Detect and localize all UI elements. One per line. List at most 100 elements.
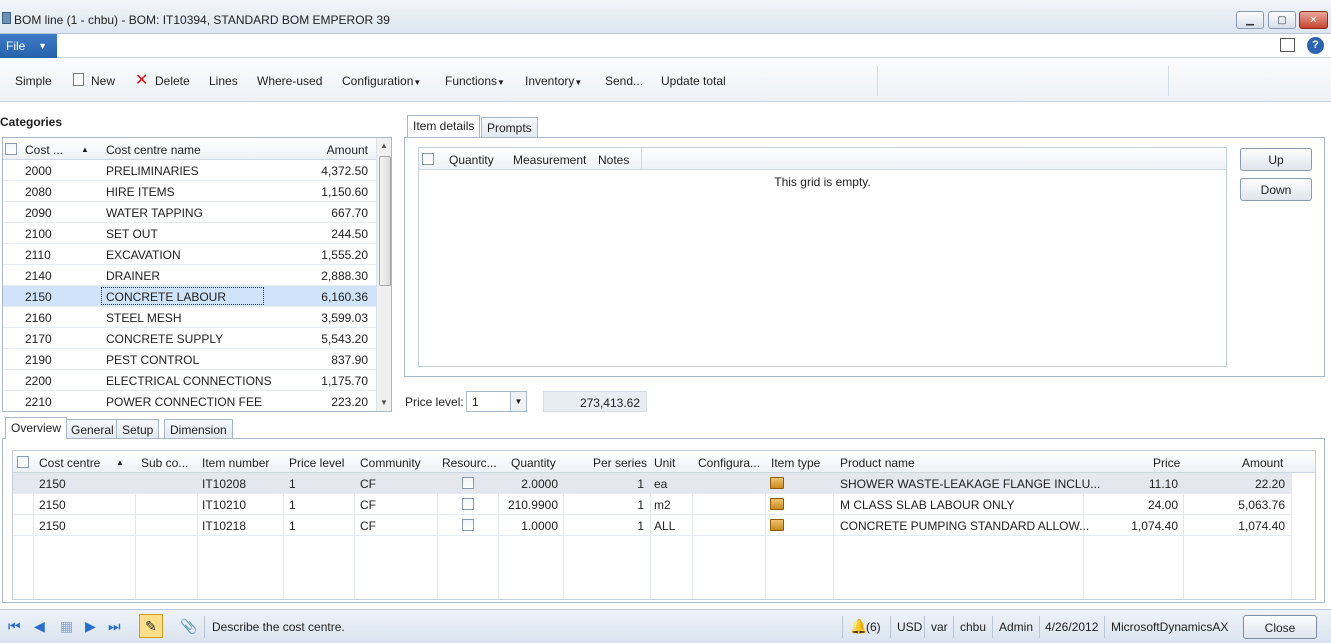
amount-cell: 6,160.36 [321,290,368,304]
col-cost-centre[interactable]: Cost centre [39,456,100,470]
title-bar: BOM line (1 - chbu) - BOM: IT10394, STAN… [0,0,1331,34]
currency[interactable]: USD [897,620,922,634]
col-resource[interactable]: Resourc... [442,456,497,470]
layout-icon[interactable] [1280,38,1295,52]
user[interactable]: chbu [960,620,986,634]
category-row[interactable]: 2200 ELECTRICAL CONNECTIONS 1,175.70 [3,370,376,391]
close-button[interactable]: Close [1243,615,1317,639]
unit-cell: m2 [654,498,671,512]
tab-general[interactable]: General [65,419,120,439]
col-notes[interactable]: Notes [598,153,629,167]
price-level-select[interactable]: 1 ▼ [466,391,527,412]
vertical-scrollbar[interactable]: ▲ ▼ [376,138,391,411]
select-all-checkbox[interactable] [5,143,17,155]
update-total-button[interactable]: Update total [661,74,726,88]
resource-checkbox[interactable] [462,477,474,489]
col-unit[interactable]: Unit [654,456,675,470]
col-product-name[interactable]: Product name [840,456,915,470]
cost-centre-name-cell: PRELIMINARIES [106,164,199,178]
category-row[interactable]: 2170 CONCRETE SUPPLY 5,543.20 [3,328,376,349]
col-cost[interactable]: Cost ... [25,143,63,157]
inventory-menu[interactable]: Inventory▼ [525,74,582,88]
category-row[interactable]: 2080 HIRE ITEMS 1,150.60 [3,181,376,202]
category-row[interactable]: 2190 PEST CONTROL 837.90 [3,349,376,370]
tab-overview[interactable]: Overview [5,417,68,439]
col-configuration[interactable]: Configura... [698,456,760,470]
attachment-icon[interactable]: 📎 [180,618,197,635]
item-details-panel: Quantity Measurement Notes This grid is … [404,137,1325,377]
per-series-cell: 1 [637,519,644,533]
edit-mode-icon[interactable]: ✎ [139,614,163,638]
category-row[interactable]: 2100 SET OUT 244.50 [3,223,376,244]
lines-button[interactable]: Lines [209,74,238,88]
col-per-series[interactable]: Per series [593,456,647,470]
scroll-up-icon[interactable]: ▲ [380,141,388,150]
unit-cell: ALL [654,519,676,533]
col-quantity[interactable]: Quantity [449,153,494,167]
minimize-button[interactable]: ▁ [1236,11,1264,29]
help-icon[interactable]: ? [1307,37,1324,54]
col-amount[interactable]: Amount [1242,456,1283,470]
last-record-icon[interactable]: ⏭ [108,618,121,635]
tab-dimension[interactable]: Dimension [164,419,233,439]
col-amount[interactable]: Amount [327,143,368,157]
column-divider [1291,451,1292,599]
category-row[interactable]: 2090 WATER TAPPING 667.70 [3,202,376,223]
col-item-type[interactable]: Item type [771,456,820,470]
session-date[interactable]: 4/26/2012 [1045,620,1098,634]
category-row[interactable]: 2110 EXCAVATION 1,555.20 [3,244,376,265]
bell-icon[interactable]: 🔔 [850,618,867,635]
notification-count[interactable]: (6) [866,620,881,634]
col-quantity[interactable]: Quantity [511,456,556,470]
resource-checkbox[interactable] [462,519,474,531]
cost-centre-name-cell: WATER TAPPING [106,206,203,220]
col-measurement[interactable]: Measurement [513,153,586,167]
category-row[interactable]: 2000 PRELIMINARIES 4,372.50 [3,160,376,181]
cost-centre-cell: 2160 [25,311,52,325]
send-button[interactable]: Send... [605,74,643,88]
new-button[interactable]: New [91,74,115,88]
scroll-thumb[interactable] [379,156,391,286]
role[interactable]: Admin [999,620,1033,634]
resource-checkbox[interactable] [462,498,474,510]
col-price-level[interactable]: Price level [289,456,344,470]
next-record-icon[interactable]: ▶ [85,618,96,635]
functions-menu[interactable]: Functions▼ [445,74,505,88]
col-sub-co[interactable]: Sub co... [141,456,188,470]
col-price[interactable]: Price [1153,456,1180,470]
col-community[interactable]: Community [360,456,421,470]
configuration-menu[interactable]: Configuration▼ [342,74,421,88]
select-all-checkbox[interactable] [422,153,434,165]
tab-item-details[interactable]: Item details [407,115,481,137]
company[interactable]: var [931,620,948,634]
application-name: MicrosoftDynamicsAX [1111,620,1229,634]
down-button[interactable]: Down [1240,178,1312,201]
window-close-button[interactable]: ✕ [1299,11,1328,29]
scroll-down-icon[interactable]: ▼ [380,398,388,407]
bom-line-row[interactable]: 2150 IT10210 1 CF 210.9900 1 m2 M CLASS SLAB LA… [13,494,1291,515]
delete-button[interactable]: Delete [155,74,190,88]
file-menu[interactable]: File ▼ [0,34,57,58]
previous-record-icon[interactable]: ◀ [34,618,45,635]
simple-button[interactable]: Simple [15,74,52,88]
maximize-button[interactable]: ▢ [1268,11,1296,29]
tab-setup[interactable]: Setup [116,419,160,439]
chevron-down-icon[interactable]: ▼ [510,392,526,411]
per-series-cell: 1 [637,498,644,512]
cost-centre-cell: 2100 [25,227,52,241]
tab-prompts[interactable]: Prompts [481,117,538,137]
first-record-icon[interactable]: ⏮ [8,618,21,635]
category-row[interactable]: 2140 DRAINER 2,888.30 [3,265,376,286]
bom-line-row[interactable]: 2150 IT10208 1 CF 2.0000 1 ea SHOWER WASTE-LEAK… [13,473,1291,494]
category-row[interactable]: 2210 POWER CONNECTION FEE 223.20 [3,391,376,411]
category-row[interactable]: 2150 CONCRETE LABOUR 6,160.36 [3,286,376,307]
where-used-button[interactable]: Where-used [257,74,322,88]
col-cost-centre-name[interactable]: Cost centre name [106,143,201,157]
bom-line-row[interactable]: 2150 IT10218 1 CF 1.0000 1 ALL CONCRETE PUMPING… [13,515,1291,536]
col-item-number[interactable]: Item number [202,456,269,470]
quantity-cell: 2.0000 [521,477,558,491]
up-button[interactable]: Up [1240,148,1312,171]
category-row[interactable]: 2160 STEEL MESH 3,599.03 [3,307,376,328]
list-icon[interactable]: ▦ [60,618,73,635]
select-all-checkbox[interactable] [17,456,29,468]
